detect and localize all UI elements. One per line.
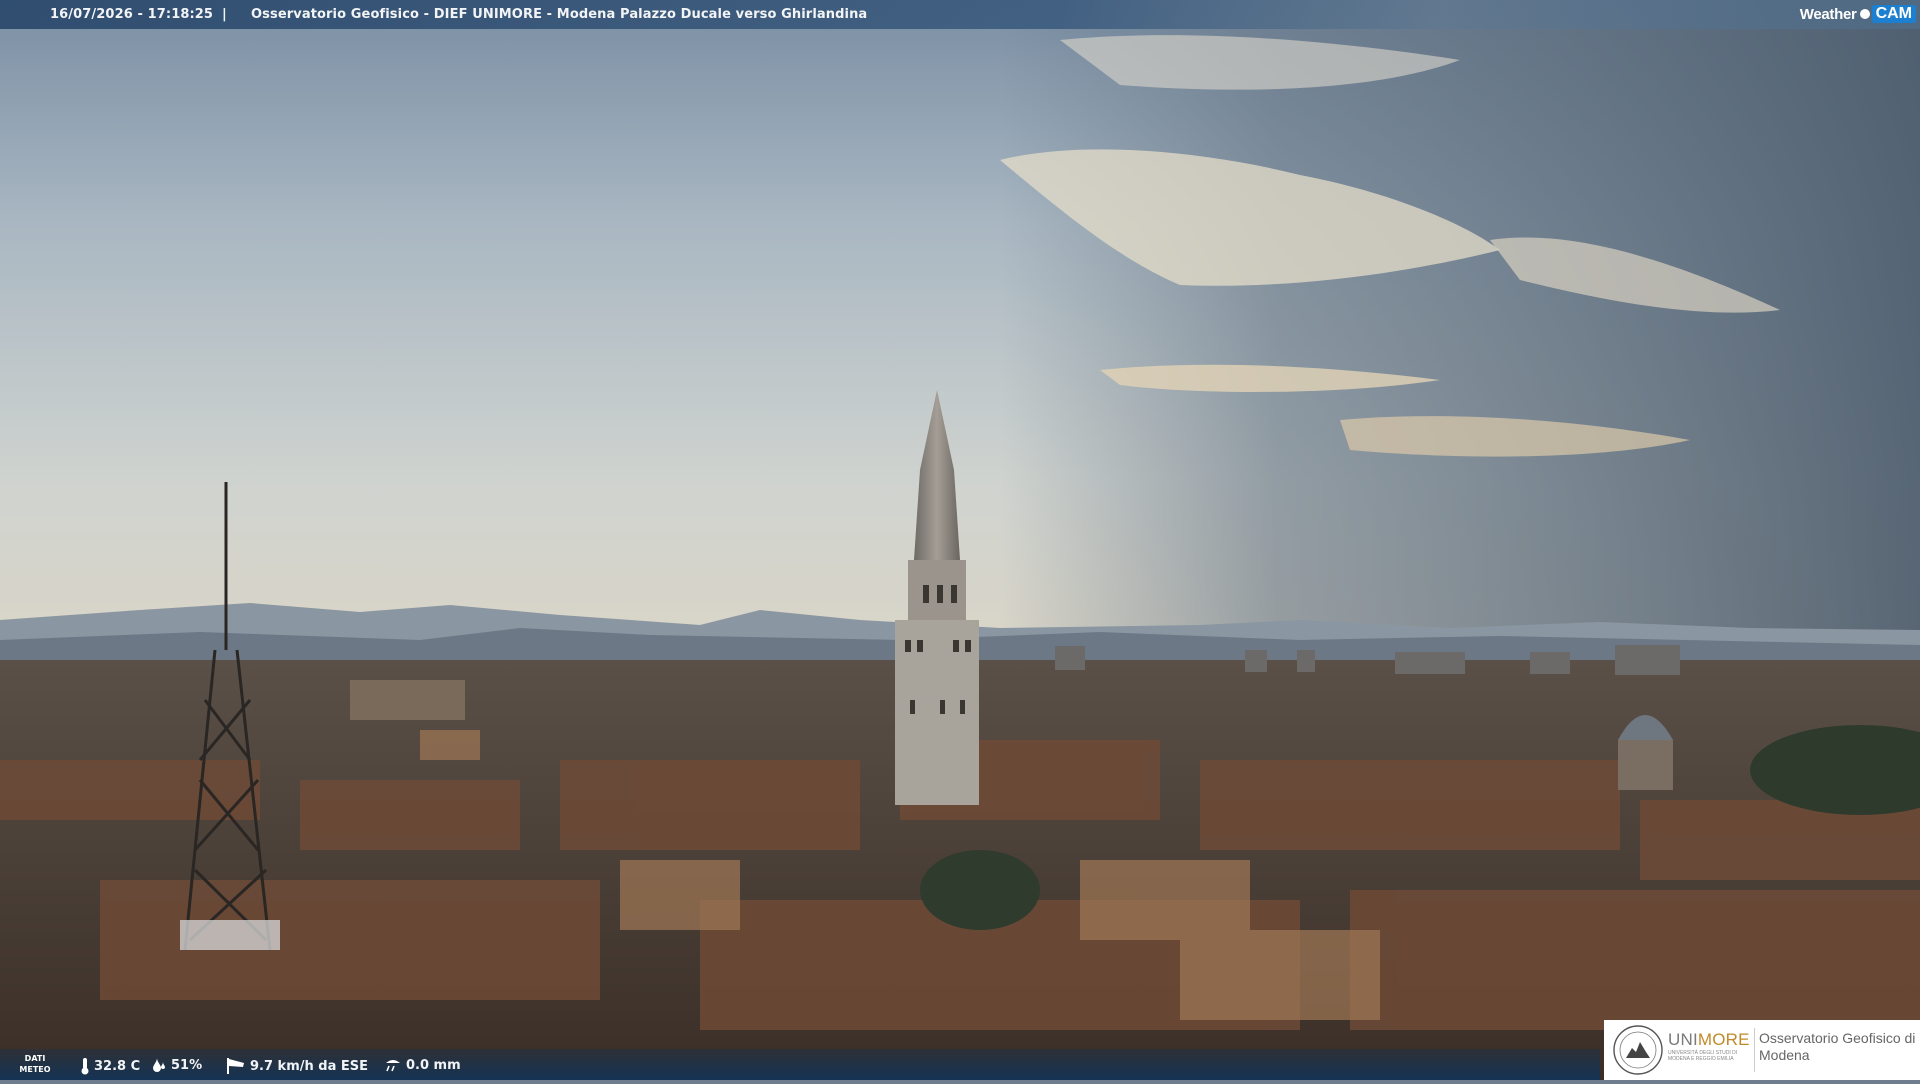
wind-sock-icon — [227, 1058, 244, 1074]
humidity-readout: 51% — [151, 1057, 202, 1073]
temperature-value: 32.8 C — [94, 1058, 141, 1074]
separator: | — [222, 7, 227, 22]
weathercam-logo-cam: CAM — [1871, 5, 1916, 23]
branding-divider — [1754, 1028, 1755, 1072]
rain-gauge-icon — [386, 1060, 400, 1072]
temperature-readout: 32.8 C — [80, 1057, 140, 1075]
meteo-label: DATI METEO — [19, 1054, 51, 1074]
meteo-data-bar: DATI METEO 32.8 C 51% 9.7 km/h da ESE 0.… — [0, 1049, 1600, 1080]
thermometer-icon — [81, 1058, 89, 1075]
timestamp: 16/07/2026 - 17:18:25 — [50, 7, 214, 22]
webcam-image — [0, 0, 1920, 1080]
camera-title: Osservatorio Geofisico - DIEF UNIMORE - … — [251, 7, 868, 22]
rain-value: 0.0 mm — [406, 1057, 461, 1073]
humidity-value: 51% — [171, 1057, 203, 1073]
top-caption-bar: 16/07/2026 - 17:18:25 | Osservatorio Geo… — [0, 0, 1920, 29]
unimore-suffix: MORE — [1697, 1030, 1750, 1049]
rain-readout: 0.0 mm — [384, 1057, 461, 1073]
unimore-branding: UNIMORE UNIVERSITÀ DEGLI STUDI DI MODENA… — [1604, 1020, 1920, 1080]
observatory-name: Osservatorio Geofisico di Modena — [1759, 1030, 1916, 1063]
wind-value: 9.7 km/h da ESE — [250, 1058, 369, 1074]
unimore-subtitle: UNIVERSITÀ DEGLI STUDI DI MODENA E REGGI… — [1668, 1050, 1738, 1062]
unimore-prefix: UNI — [1668, 1030, 1698, 1049]
weathercam-logo-dot-icon — [1859, 9, 1870, 19]
unimore-wordmark: UNIMORE — [1668, 1030, 1750, 1050]
humidity-drop-icon — [153, 1058, 165, 1072]
weathercam-logo-weather: Weather — [1799, 5, 1857, 23]
weathercam-logo: Weather CAM — [1800, 3, 1916, 25]
wind-readout: 9.7 km/h da ESE — [226, 1057, 368, 1075]
unimore-seal-icon — [1613, 1025, 1663, 1075]
